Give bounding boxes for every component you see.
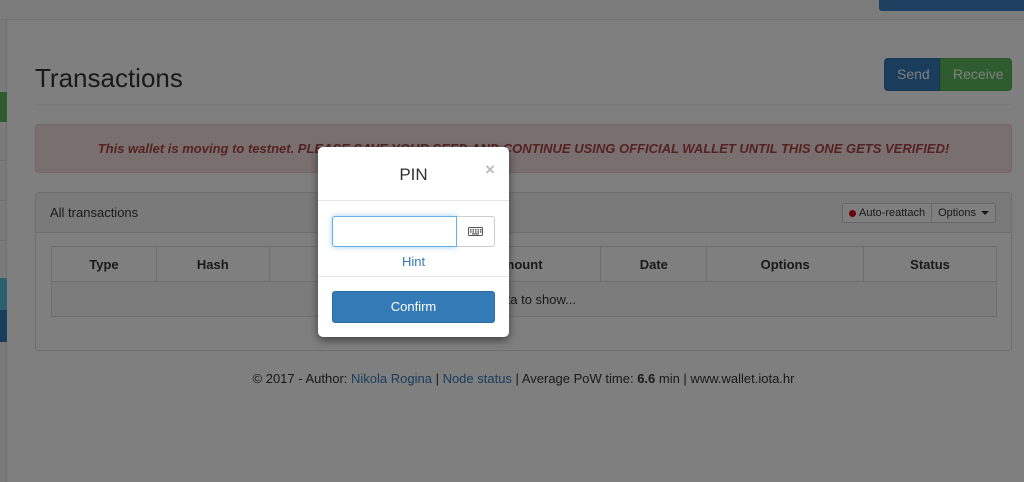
pin-modal: PIN × Hint Confirm [318,147,509,337]
pin-input-group [332,216,495,247]
virtual-keyboard-button[interactable] [457,216,495,247]
close-icon[interactable]: × [485,161,495,178]
modal-footer-divider [318,276,509,277]
hint-link[interactable]: Hint [318,254,509,269]
modal-header: PIN × [318,147,509,201]
modal-title: PIN [399,165,428,184]
pin-input[interactable] [332,216,457,247]
confirm-button[interactable]: Confirm [332,291,495,323]
keyboard-icon [468,227,483,236]
modal-backdrop[interactable] [0,0,1024,482]
